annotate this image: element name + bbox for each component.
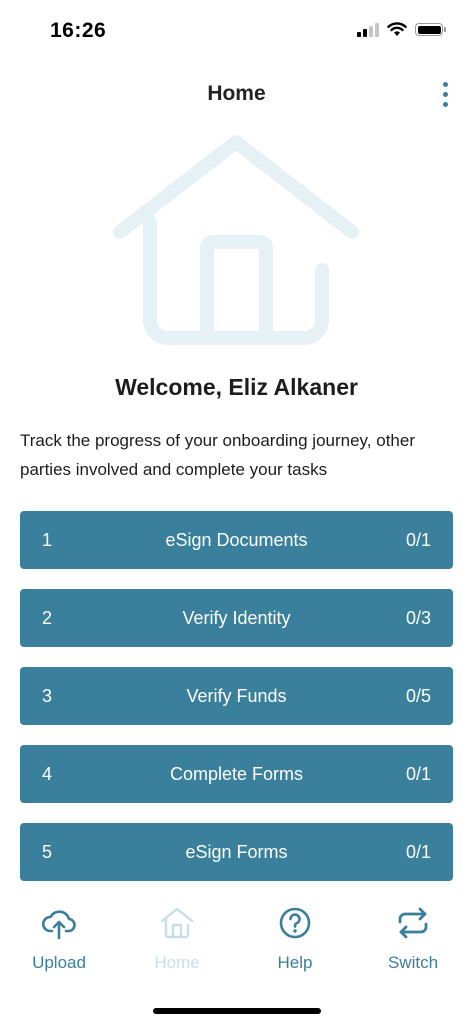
- task-verify-funds[interactable]: 3 Verify Funds 0/5: [20, 667, 453, 725]
- task-progress: 0/5: [405, 686, 431, 706]
- cellular-signal-icon: [357, 22, 379, 37]
- task-label: Verify Funds: [186, 686, 287, 706]
- task-progress: 0/3: [405, 608, 431, 628]
- task-label: eSign Forms: [185, 842, 288, 862]
- status-time: 16:26: [50, 19, 107, 42]
- task-list: 1 eSign Documents 0/1 2 Verify Identity …: [20, 511, 453, 901]
- tab-label: Help: [277, 953, 313, 972]
- home-icon: [160, 907, 194, 939]
- battery-icon: [415, 23, 446, 36]
- wifi-icon: [387, 22, 407, 36]
- task-verify-identity[interactable]: 2 Verify Identity 0/3: [20, 589, 453, 647]
- tab-help[interactable]: Help: [240, 905, 350, 973]
- task-progress: 0/1: [405, 530, 431, 550]
- task-esign-forms[interactable]: 5 eSign Forms 0/1: [20, 823, 453, 881]
- more-vertical-icon: [442, 81, 448, 87]
- task-label: Complete Forms: [169, 764, 304, 784]
- page-title: Home: [207, 82, 266, 105]
- task-complete-forms[interactable]: 4 Complete Forms 0/1: [20, 745, 453, 803]
- house-icon: [113, 135, 359, 345]
- task-label: Verify Identity: [182, 608, 291, 628]
- tab-upload[interactable]: Upload: [4, 905, 114, 973]
- tab-bar: Upload Home Help Switch: [0, 905, 473, 985]
- home-indicator[interactable]: [153, 1008, 321, 1014]
- tab-label: Home: [154, 953, 200, 972]
- intro-text: Track the progress of your onboarding jo…: [20, 431, 415, 479]
- help-circle-icon: [279, 907, 311, 939]
- task-progress: 0/1: [405, 842, 431, 862]
- status-icons: [357, 22, 446, 37]
- task-esign-documents[interactable]: 1 eSign Documents 0/1: [20, 511, 453, 569]
- tab-label: Upload: [32, 953, 86, 972]
- tab-home[interactable]: Home: [122, 905, 232, 973]
- task-label: eSign Documents: [165, 530, 308, 550]
- cloud-upload-icon: [41, 910, 76, 940]
- tab-label: Switch: [387, 953, 439, 972]
- welcome-heading: Welcome, Eliz Alkaner: [115, 374, 358, 400]
- task-progress: 0/1: [405, 764, 431, 784]
- more-options-button[interactable]: [433, 76, 457, 112]
- switch-arrows-icon: [398, 907, 428, 939]
- tab-switch[interactable]: Switch: [358, 905, 468, 973]
- header: Home: [0, 72, 473, 116]
- status-bar: 16:26: [0, 0, 473, 60]
